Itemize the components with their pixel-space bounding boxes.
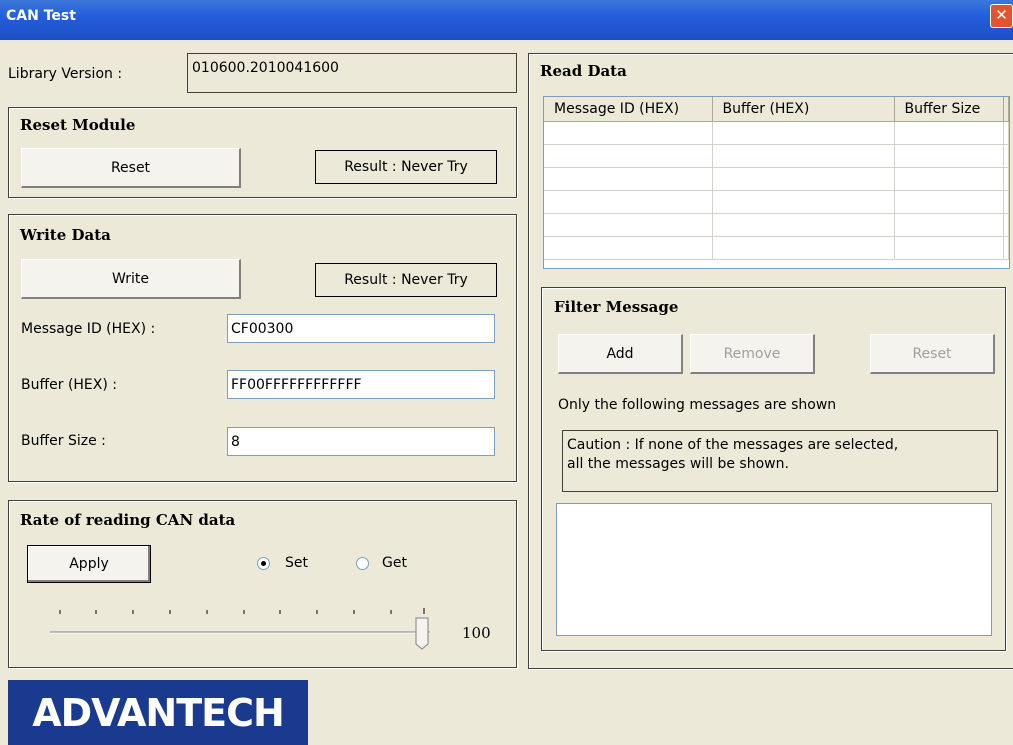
table-row[interactable] [544, 144, 1009, 168]
slider-value: 100 [462, 624, 491, 642]
buffer-size-input[interactable]: 8 [227, 427, 495, 456]
buffer-input[interactable]: FF00FFFFFFFFFFFF [227, 370, 495, 399]
reset-result: Result : Never Try [315, 150, 497, 184]
write-result: Result : Never Try [315, 263, 497, 297]
write-data-title: Write Data [20, 226, 111, 244]
table-header-row: Message ID (HEX) Buffer (HEX) Buffer Siz… [544, 97, 1009, 122]
logo-text: ADVANTECH [32, 690, 285, 735]
get-radio-label: Get [382, 555, 407, 571]
filter-message-title: Filter Message [554, 298, 679, 316]
close-icon: ✕ [995, 6, 1008, 24]
add-filter-button[interactable]: Add [558, 334, 683, 374]
apply-button[interactable]: Apply [27, 545, 151, 583]
rate-slider[interactable] [40, 600, 440, 650]
set-radio[interactable] [257, 557, 270, 574]
buffer-size-label: Buffer Size : [21, 433, 106, 449]
column-header-buffer[interactable]: Buffer (HEX) [712, 97, 895, 122]
advantech-logo: ADVANTECH [8, 680, 308, 745]
library-version-value: 010600.2010041600 [187, 53, 517, 93]
table-row[interactable] [544, 121, 1009, 145]
message-id-label: Message ID (HEX) : [21, 321, 156, 337]
message-id-input[interactable]: CF00300 [227, 314, 495, 343]
reset-module-title: Reset Module [20, 116, 136, 134]
reset-button[interactable]: Reset [21, 148, 241, 188]
table-row[interactable] [544, 190, 1009, 214]
caution-line-2: all the messages will be shown. [567, 456, 789, 472]
caution-line-1: Caution : If none of the messages are se… [567, 437, 899, 453]
column-header-message-id[interactable]: Message ID (HEX) [544, 97, 713, 122]
window-title: CAN Test [6, 8, 76, 24]
column-header-buffer-size[interactable]: Buffer Size [894, 97, 1004, 122]
get-radio-indicator [356, 557, 369, 570]
column-header-filler [1003, 97, 1009, 122]
write-button[interactable]: Write [21, 259, 241, 299]
table-row[interactable] [544, 167, 1009, 191]
filter-list[interactable] [556, 503, 992, 636]
library-version-label: Library Version : [8, 66, 123, 82]
remove-filter-button[interactable]: Remove [690, 334, 815, 374]
buffer-label: Buffer (HEX) : [21, 377, 117, 393]
caution-box: Caution : If none of the messages are se… [562, 430, 998, 492]
get-radio[interactable] [356, 557, 369, 574]
table-row[interactable] [544, 213, 1009, 237]
close-button[interactable]: ✕ [990, 4, 1013, 28]
rate-title: Rate of reading CAN data [20, 511, 236, 529]
table-row[interactable] [544, 236, 1009, 260]
title-bar [0, 0, 1013, 40]
read-data-table[interactable]: Message ID (HEX) Buffer (HEX) Buffer Siz… [543, 96, 1010, 269]
slider-graphic [50, 608, 430, 650]
reset-filter-button[interactable]: Reset [870, 334, 995, 374]
read-data-title: Read Data [540, 62, 627, 80]
filter-note: Only the following messages are shown [558, 397, 837, 413]
set-radio-label: Set [285, 555, 308, 571]
set-radio-indicator [257, 557, 270, 570]
